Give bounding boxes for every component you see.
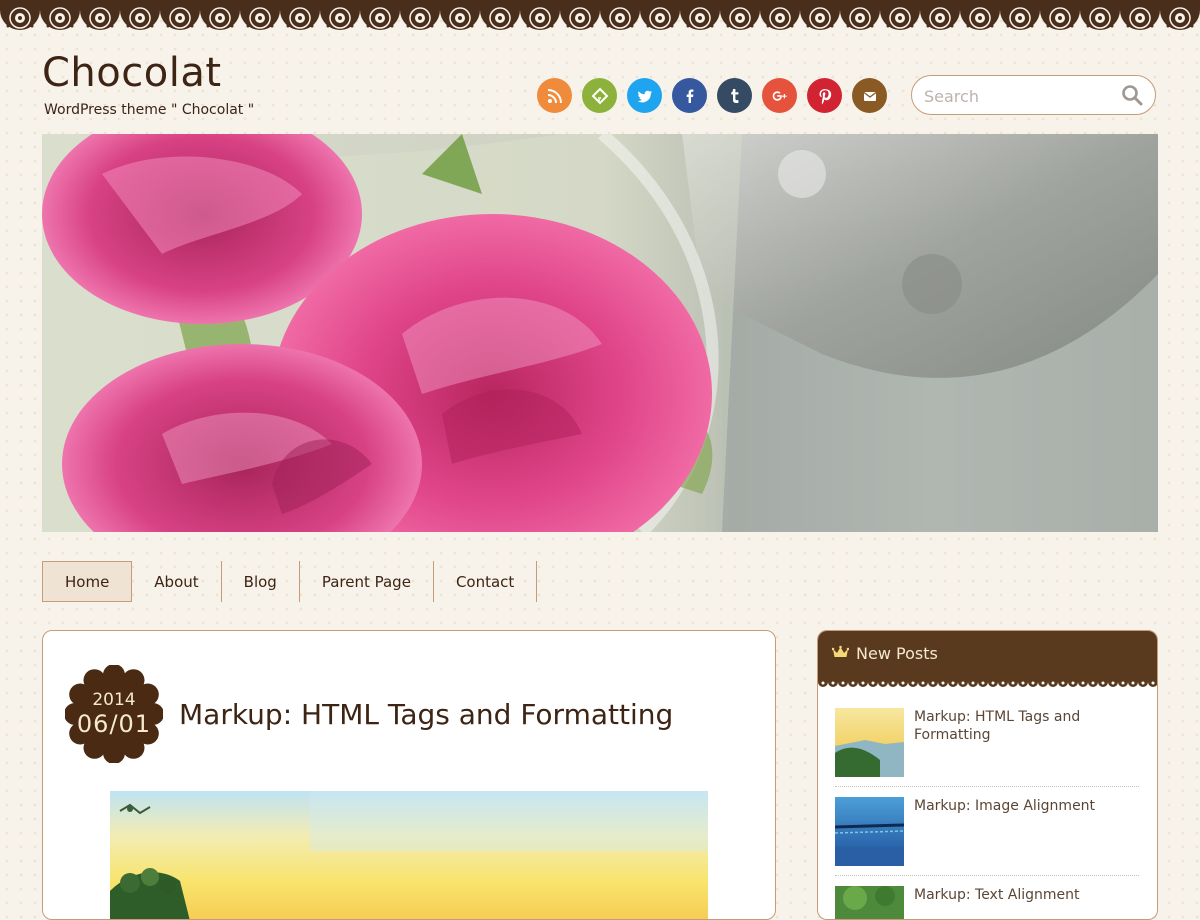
feedly-icon[interactable] [582,78,617,113]
new-post-item[interactable]: Markup: Text Alignment [835,886,1139,919]
pinterest-icon[interactable] [807,78,842,113]
nav-item-parent-page[interactable]: Parent Page [300,561,434,602]
new-post-title[interactable]: Markup: HTML Tags and Formatting [914,708,1139,744]
social-links [537,78,887,113]
main-nav: Home About Blog Parent Page Contact [42,561,538,602]
post-card: 2014 06/01 Markup: HTML Tags and Formatt… [42,630,776,920]
site-tagline: WordPress theme " Chocolat " [44,102,255,118]
nav-item-contact[interactable]: Contact [434,561,538,602]
lace-border-top [0,0,1200,40]
crown-icon [832,645,849,657]
new-post-item[interactable]: Markup: HTML Tags and Formatting [835,708,1139,787]
new-post-item[interactable]: Markup: Image Alignment [835,797,1139,876]
post-title[interactable]: Markup: HTML Tags and Formatting [179,698,673,731]
new-post-title[interactable]: Markup: Text Alignment [914,886,1139,904]
google-plus-icon[interactable] [762,78,797,113]
facebook-icon[interactable] [672,78,707,113]
new-post-thumbnail [835,708,904,777]
date-badge: 2014 06/01 [65,665,163,763]
mail-icon[interactable] [852,78,887,113]
new-post-thumbnail [835,886,904,919]
nav-item-blog[interactable]: Blog [222,561,300,602]
post-featured-image[interactable] [110,791,708,920]
date-year: 2014 [92,690,136,710]
new-post-title[interactable]: Markup: Image Alignment [914,797,1139,815]
widget-title: New Posts [856,644,938,663]
search-box [911,75,1156,115]
nav-item-about[interactable]: About [132,561,222,602]
date-day: 06/01 [76,710,152,738]
twitter-icon[interactable] [627,78,662,113]
tumblr-icon[interactable] [717,78,752,113]
site-title[interactable]: Chocolat [42,50,222,96]
nav-item-home[interactable]: Home [42,561,133,602]
header-image [42,134,1158,532]
new-post-thumbnail [835,797,904,866]
widget-lace-divider [818,678,1157,690]
new-posts-widget: New Posts Markup: HTML Tags and Formatti… [817,630,1158,920]
widget-header: New Posts [818,631,1157,681]
search-icon[interactable] [1121,84,1143,106]
search-input[interactable] [922,82,1116,110]
rss-icon[interactable] [537,78,572,113]
